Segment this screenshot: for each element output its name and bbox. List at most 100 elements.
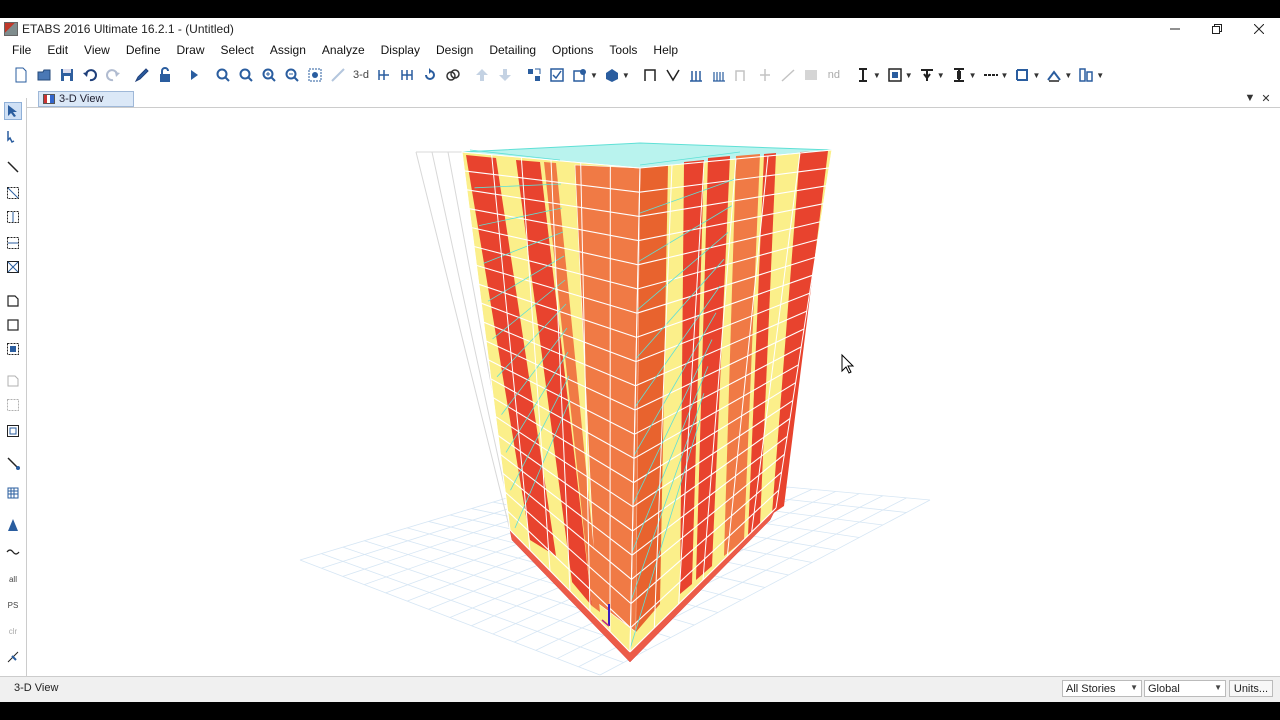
assign-icon[interactable]	[569, 64, 591, 86]
undo-icon[interactable]	[79, 64, 101, 86]
draw-floor-area-icon[interactable]	[4, 292, 22, 310]
area-dropdown-caret[interactable]: ▼	[905, 71, 913, 80]
draw-secondary-beam-icon[interactable]	[708, 64, 730, 86]
clear-selection-button[interactable]: clr	[4, 622, 22, 640]
display-dropdown-caret[interactable]: ▼	[622, 71, 630, 80]
rotate-view-icon[interactable]	[419, 64, 441, 86]
lock-icon[interactable]	[154, 64, 176, 86]
draw-developed-elevation-icon[interactable]	[1043, 64, 1065, 86]
menu-detailing[interactable]: Detailing	[481, 43, 544, 57]
menu-help[interactable]: Help	[645, 43, 686, 57]
object-shrink-icon[interactable]	[523, 64, 545, 86]
draw-grid-icon[interactable]	[1011, 64, 1033, 86]
close-button[interactable]	[1238, 18, 1280, 40]
draw-link-tool-icon[interactable]	[4, 454, 22, 472]
draw-link-icon[interactable]	[731, 64, 753, 86]
frame-dropdown-caret[interactable]: ▼	[969, 71, 977, 80]
draw-opening-icon[interactable]	[4, 422, 22, 440]
model-3d-viewport[interactable]	[27, 108, 1280, 676]
tab-list-dropdown-icon[interactable]: ▼	[1243, 92, 1257, 104]
run-analysis-icon[interactable]	[183, 64, 205, 86]
save-model-button[interactable]	[56, 64, 78, 86]
assign-dropdown-caret[interactable]: ▼	[590, 71, 598, 80]
quick-draw-area-icon[interactable]	[4, 340, 22, 358]
status-view-name: 3-D View	[14, 682, 59, 694]
pan-icon[interactable]	[304, 64, 326, 86]
section-designer-icon[interactable]	[852, 64, 874, 86]
section-dropdown-caret[interactable]: ▼	[873, 71, 881, 80]
quick-draw-brace-icon[interactable]	[4, 258, 22, 276]
elevation-dropdown-caret[interactable]: ▼	[1064, 71, 1072, 80]
menu-display[interactable]: Display	[373, 43, 428, 57]
menu-define[interactable]: Define	[118, 43, 169, 57]
elevation-view-icon[interactable]	[396, 64, 418, 86]
tab-3d-view[interactable]: 3-D View	[38, 91, 134, 107]
draw-dimension-line-icon[interactable]	[4, 516, 22, 534]
view-3d-button[interactable]: 3-d	[350, 64, 372, 86]
redo-icon[interactable]	[102, 64, 124, 86]
get-previous-selection-button[interactable]: PS	[4, 596, 22, 614]
menu-view[interactable]: View	[76, 43, 118, 57]
draw-brace-icon[interactable]	[662, 64, 684, 86]
set-display-options-icon[interactable]	[546, 64, 568, 86]
select-all-button[interactable]: all	[4, 570, 22, 588]
menu-design[interactable]: Design	[428, 43, 481, 57]
open-model-button[interactable]	[33, 64, 55, 86]
draw-dimension-icon[interactable]	[980, 64, 1002, 86]
draw-support-icon[interactable]	[916, 64, 938, 86]
menu-select[interactable]: Select	[213, 43, 262, 57]
menu-analyze[interactable]: Analyze	[314, 43, 373, 57]
draw-reference-plane-icon[interactable]	[1075, 64, 1097, 86]
zoom-restore-icon[interactable]	[235, 64, 257, 86]
new-model-button[interactable]	[10, 64, 32, 86]
grid-dropdown-caret[interactable]: ▼	[1032, 71, 1040, 80]
close-view-icon[interactable]: ✕	[1259, 92, 1273, 105]
draw-wall-icon[interactable]	[754, 64, 776, 86]
perspective-toggle-icon[interactable]	[442, 64, 464, 86]
quick-draw-beam-icon[interactable]	[4, 234, 22, 252]
rubber-band-zoom-icon[interactable]	[327, 64, 349, 86]
zoom-in-icon[interactable]	[258, 64, 280, 86]
show-undeformed-icon[interactable]	[601, 64, 623, 86]
draw-frame-icon[interactable]	[4, 184, 22, 202]
draw-column-icon[interactable]	[685, 64, 707, 86]
draw-joint-icon[interactable]	[4, 158, 22, 176]
screen-top-border	[0, 0, 1280, 18]
menu-options[interactable]: Options	[544, 43, 601, 57]
reference-dropdown-caret[interactable]: ▼	[1096, 71, 1104, 80]
quick-draw-frame-icon[interactable]	[4, 208, 22, 226]
nd-button[interactable]: nd	[823, 64, 845, 86]
mouse-cursor-icon	[841, 353, 855, 374]
zoom-out-icon[interactable]	[281, 64, 303, 86]
draw-floor-icon[interactable]	[800, 64, 822, 86]
zoom-window-icon[interactable]	[212, 64, 234, 86]
draw-beam-icon[interactable]	[639, 64, 661, 86]
draw-grid-tool-icon[interactable]	[4, 484, 22, 502]
pencil-draw-icon[interactable]	[131, 64, 153, 86]
quick-draw-wall-icon[interactable]	[4, 396, 22, 414]
draw-ramp-icon[interactable]	[777, 64, 799, 86]
intersecting-line-select-icon[interactable]	[4, 648, 22, 666]
units-button[interactable]: Units...	[1229, 680, 1273, 697]
draw-tendon-icon[interactable]	[4, 542, 22, 560]
draw-wall-tool-icon[interactable]	[4, 372, 22, 390]
draw-frame-section-icon[interactable]	[948, 64, 970, 86]
plan-view-icon[interactable]	[373, 64, 395, 86]
restore-button[interactable]	[1196, 18, 1238, 40]
draw-rectangular-area-icon[interactable]	[4, 316, 22, 334]
story-select[interactable]: All Stories ▼	[1062, 680, 1142, 697]
menu-edit[interactable]: Edit	[39, 43, 76, 57]
coordinate-system-select[interactable]: Global ▼	[1144, 680, 1226, 697]
move-down-icon[interactable]	[494, 64, 516, 86]
move-up-icon[interactable]	[471, 64, 493, 86]
menu-file[interactable]: File	[4, 43, 39, 57]
reshape-icon[interactable]	[4, 128, 22, 146]
draw-area-icon[interactable]	[884, 64, 906, 86]
dimension-dropdown-caret[interactable]: ▼	[1001, 71, 1009, 80]
support-dropdown-caret[interactable]: ▼	[937, 71, 945, 80]
minimize-button[interactable]	[1154, 18, 1196, 40]
menu-assign[interactable]: Assign	[262, 43, 314, 57]
pointer-icon[interactable]	[4, 102, 22, 120]
menu-tools[interactable]: Tools	[601, 43, 645, 57]
menu-draw[interactable]: Draw	[169, 43, 213, 57]
